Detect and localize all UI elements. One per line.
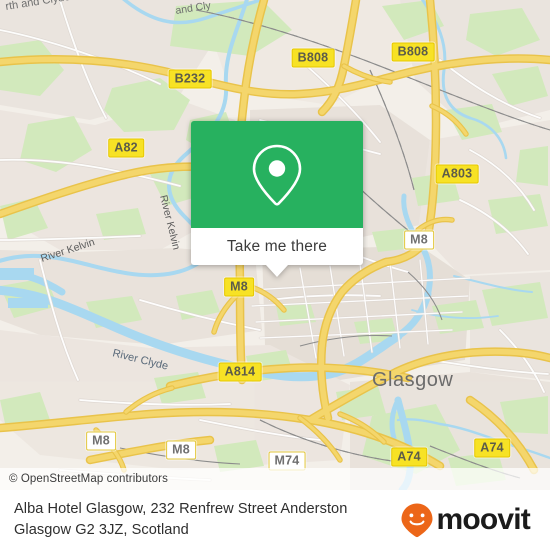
popup-tail bbox=[266, 265, 288, 277]
moovit-map-screenshot: .mw { fill:none; stroke:#f4d66c; stroke-… bbox=[0, 0, 550, 550]
road-shield-a82: A82 bbox=[108, 138, 144, 158]
road-shield-b232: B232 bbox=[168, 69, 212, 89]
moovit-pin-smiley-icon bbox=[401, 503, 433, 538]
road-shield-m8: M8 bbox=[86, 431, 116, 451]
footer-bar: Alba Hotel Glasgow, 232 Renfrew Street A… bbox=[0, 490, 550, 550]
map-attribution[interactable]: © OpenStreetMap contributors bbox=[0, 468, 550, 490]
road-shield-b808: B808 bbox=[391, 42, 435, 62]
location-popup[interactable]: Take me there bbox=[191, 121, 363, 277]
road-shield-a74: A74 bbox=[474, 438, 510, 458]
popup-footer[interactable]: Take me there bbox=[191, 228, 363, 265]
location-pin-icon bbox=[252, 144, 302, 206]
road-shield-a74: A74 bbox=[391, 447, 427, 467]
popup-header bbox=[191, 121, 363, 228]
road-shield-a803: A803 bbox=[435, 164, 479, 184]
road-shield-m8: M8 bbox=[404, 230, 434, 250]
road-shield-a814: A814 bbox=[218, 362, 262, 382]
attribution-text: © OpenStreetMap contributors bbox=[9, 473, 168, 485]
address-caption: Alba Hotel Glasgow, 232 Renfrew Street A… bbox=[14, 501, 348, 538]
moovit-logo[interactable]: moovit bbox=[400, 502, 536, 538]
road-shield-m8: M8 bbox=[166, 440, 196, 460]
road-shield-m8: M8 bbox=[224, 277, 254, 297]
road-shield-b808: B808 bbox=[291, 48, 335, 68]
moovit-wordmark: moovit bbox=[436, 503, 530, 536]
take-me-there-label: Take me there bbox=[226, 237, 328, 255]
